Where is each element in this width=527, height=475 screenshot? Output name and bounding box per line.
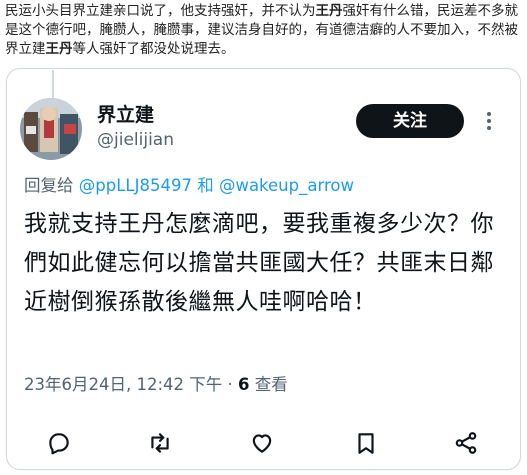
reply-and: 和 [197,176,214,195]
caption-bold-name: 王丹 [315,3,343,19]
tweet-date[interactable]: 23年6月24日, 12:42 下午 [24,375,222,394]
action-bar [6,420,519,468]
views-count: 6 [238,375,250,394]
share-icon[interactable] [453,430,479,456]
more-vertical-icon[interactable] [481,108,497,134]
caption-text-1: 民运小头目界立建亲口说了，他支持强奸，并不认为 [5,3,316,19]
reply-mention-link-1[interactable]: @ppLLJ85497 [79,176,192,195]
reply-icon[interactable] [46,430,72,456]
post-caption: 民运小头目界立建亲口说了，他支持强奸，并不认为王丹强奸有什么错，民运差不多就是这… [5,2,523,59]
reply-prefix: 回复给 [24,176,74,195]
meta-separator: · [227,375,233,394]
tweet-meta: 23年6月24日, 12:42 下午 · 6 查看 [24,371,288,395]
follow-button[interactable]: 关注 [356,104,464,138]
user-handle[interactable]: @jielijian [97,130,174,150]
display-name[interactable]: 界立建 [97,100,154,127]
avatar[interactable] [20,98,82,160]
tweet-body: 我就支持王丹怎麼滴吧，要我重複多少次？你們如此健忘何以擔當共匪國大任？共匪末日鄰… [24,211,494,315]
caption-bold-name-2: 王丹 [45,41,73,57]
bookmark-icon[interactable] [353,430,379,456]
thread-connector-line [52,70,54,98]
heart-icon[interactable] [249,430,275,456]
reply-mention-link-2[interactable]: @wakeup_arrow [219,176,354,195]
reply-to-line: 回复给 @ppLLJ85497 和 @wakeup_arrow [24,172,354,196]
retweet-icon[interactable] [147,430,173,456]
caption-text-3: 等人强奸了都没处说理去。 [72,41,235,57]
views-label: 查看 [254,375,288,394]
